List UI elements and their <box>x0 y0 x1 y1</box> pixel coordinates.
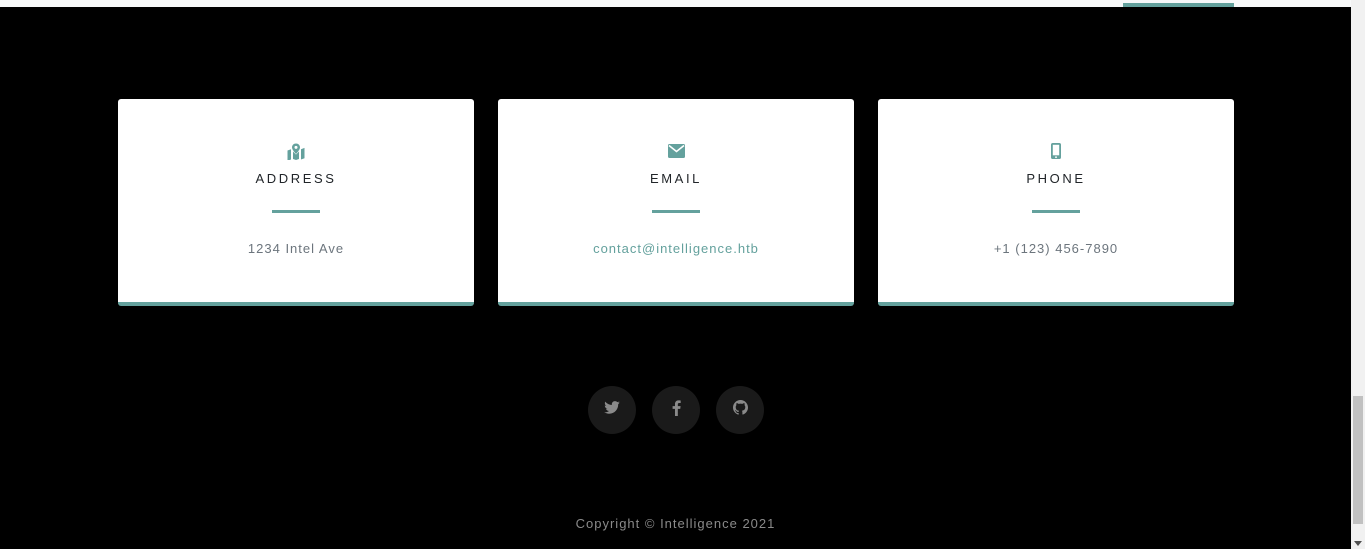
facebook-button[interactable] <box>652 386 700 434</box>
email-link[interactable]: contact@intelligence.htb <box>498 241 854 256</box>
scroll-down-arrow[interactable] <box>1351 535 1365 549</box>
vertical-scrollbar[interactable] <box>1351 0 1365 549</box>
twitter-icon <box>604 401 620 419</box>
github-icon <box>732 400 748 420</box>
facebook-icon <box>672 399 681 421</box>
address-value: 1234 Intel Ave <box>247 241 345 256</box>
mobile-phone-icon <box>878 142 1234 160</box>
envelope-icon <box>498 142 854 160</box>
email-card: Email contact@intelligence.htb <box>498 99 854 306</box>
copyright-text: Copyright © Intelligence 2021 <box>575 516 776 531</box>
github-button[interactable] <box>716 386 764 434</box>
address-divider <box>272 210 320 213</box>
previous-section-edge <box>0 0 1351 19</box>
phone-card: Phone +1 (123) 456-7890 <box>878 99 1234 306</box>
twitter-button[interactable] <box>588 386 636 434</box>
address-card: Address 1234 Intel Ave <box>118 99 474 306</box>
scrollbar-thumb[interactable] <box>1353 396 1363 524</box>
email-title: Email <box>649 171 702 186</box>
phone-divider <box>1032 210 1080 213</box>
page: Address 1234 Intel Ave Email contact@int… <box>0 0 1365 549</box>
phone-value: +1 (123) 456-7890 <box>993 241 1119 256</box>
triangle-down-icon <box>1354 533 1362 549</box>
phone-title: Phone <box>1026 171 1086 186</box>
email-divider <box>652 210 700 213</box>
previous-section-accent-bar <box>1123 3 1234 7</box>
map-marked-icon <box>118 142 474 160</box>
address-title: Address <box>255 171 337 186</box>
